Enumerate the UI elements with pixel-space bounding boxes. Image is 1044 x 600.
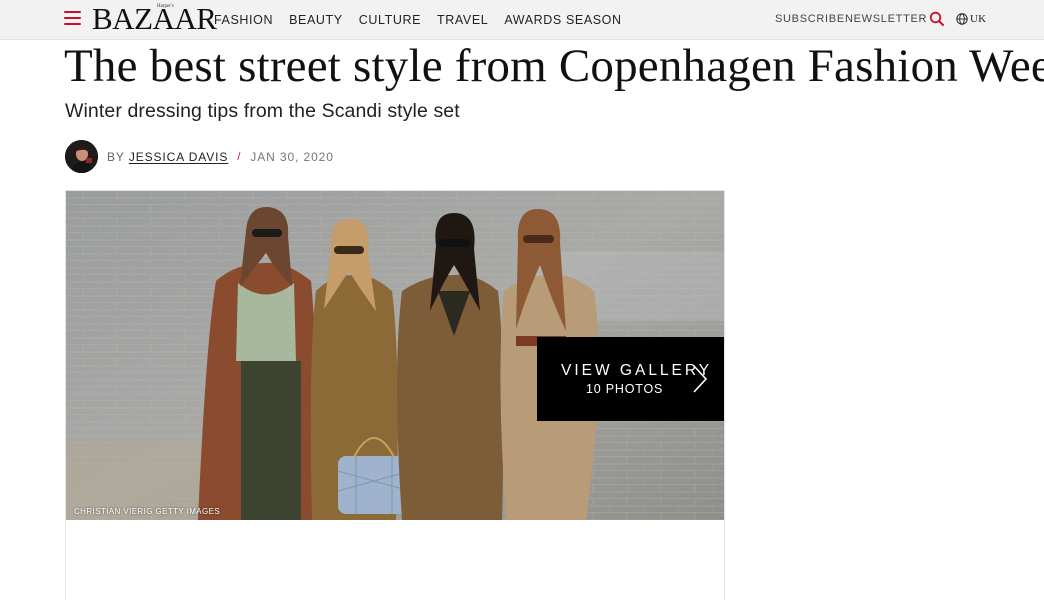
newsletter-link[interactable]: NEWSLETTER bbox=[845, 13, 927, 26]
publish-date: JAN 30, 2020 bbox=[250, 150, 334, 164]
hamburger-menu-icon[interactable] bbox=[64, 11, 81, 25]
article-headline: The best street style from Copenhagen Fa… bbox=[64, 40, 1044, 92]
search-icon[interactable] bbox=[929, 11, 945, 27]
byline: BY JESSICA DAVIS / JAN 30, 2020 bbox=[107, 150, 334, 164]
nav-item-travel[interactable]: TRAVEL bbox=[437, 12, 488, 28]
site-logo[interactable]: BAZAAR bbox=[92, 2, 217, 36]
photo-credit: CHRISTIAN VIERIG GETTY IMAGES bbox=[74, 507, 221, 516]
chevron-right-icon bbox=[693, 365, 708, 393]
nav-item-fashion[interactable]: FASHION bbox=[214, 12, 273, 28]
main-nav: FASHION BEAUTY CULTURE TRAVEL AWARDS SEA… bbox=[214, 12, 638, 28]
nav-item-awards-season[interactable]: AWARDS SEASON bbox=[504, 12, 621, 28]
view-gallery-label: VIEW GALLERY bbox=[561, 362, 713, 379]
nav-item-beauty[interactable]: BEAUTY bbox=[289, 12, 343, 28]
edition-label: UK bbox=[970, 13, 987, 25]
author-avatar[interactable] bbox=[65, 140, 98, 173]
top-navigation-bar: BAZAAR Harper's FASHION BEAUTY CULTURE T… bbox=[0, 0, 1044, 40]
globe-icon bbox=[956, 13, 968, 25]
gallery-photo-count: 10 PHOTOS bbox=[586, 382, 664, 396]
edition-selector[interactable]: UK bbox=[956, 12, 986, 26]
view-gallery-button[interactable]: VIEW GALLERY 10 PHOTOS bbox=[537, 337, 724, 421]
nav-item-culture[interactable]: CULTURE bbox=[359, 12, 421, 28]
byline-prefix: BY bbox=[107, 150, 125, 164]
byline-separator: / bbox=[237, 151, 242, 163]
author-link[interactable]: JESSICA DAVIS bbox=[129, 150, 229, 164]
subscribe-link[interactable]: SUBSCRIBE bbox=[775, 13, 845, 26]
article-dek: Winter dressing tips from the Scandi sty… bbox=[65, 100, 460, 122]
site-logo-small-text: Harper's bbox=[157, 4, 174, 9]
